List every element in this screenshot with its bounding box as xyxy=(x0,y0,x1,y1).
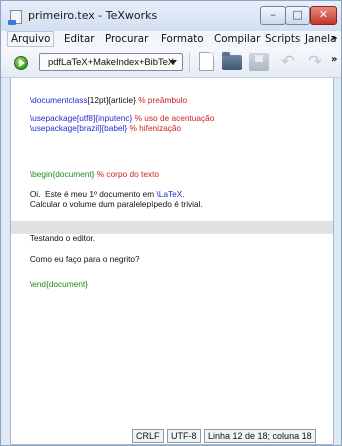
menu-scripts[interactable]: Scripts xyxy=(265,31,300,47)
encoding-indicator[interactable]: UTF-8 xyxy=(167,429,201,443)
chevron-down-icon xyxy=(169,60,177,65)
typeset-play-icon[interactable] xyxy=(14,56,28,70)
toolbar-separator xyxy=(189,53,190,73)
close-button[interactable]: ✕ xyxy=(310,6,337,25)
menu-editar[interactable]: Editar xyxy=(64,31,94,47)
code-line-begin-document: \begin{document} % corpo do texto xyxy=(16,158,159,179)
menu-compilar[interactable]: Compilar xyxy=(214,31,260,47)
body-text: Calcular o volume dum paralelepípedo é t… xyxy=(29,199,203,209)
texworks-app-icon xyxy=(8,10,22,25)
title-bar[interactable]: primeiro.tex - TeXworks – □ ✕ xyxy=(1,1,341,31)
latex-comment: % hifenização xyxy=(129,123,182,133)
menu-arquivo[interactable]: Arquivo xyxy=(7,31,55,47)
cursor-position-indicator: Linha 12 de 18; coluna 18 xyxy=(204,429,316,443)
typeset-engine-select[interactable]: pdfLaTeX+MakeIndex+BibTeX xyxy=(39,53,183,71)
editor-text-area[interactable]: \documentclass[12pt]{article} % preâmbul… xyxy=(10,78,334,445)
menu-bar: Arquivo Editar Procurar Formato Compilar… xyxy=(1,31,341,47)
toolbar-overflow-chevron-icon[interactable]: » xyxy=(331,54,337,65)
code-line-end-document: \end{document} xyxy=(16,268,88,289)
code-line-text-question: Como eu faço para o negrito? xyxy=(16,243,140,264)
latex-arguments: [brazil]{babel} xyxy=(76,123,130,133)
texworks-window: primeiro.tex - TeXworks – □ ✕ Arquivo Ed… xyxy=(0,0,342,446)
minimize-button[interactable]: – xyxy=(260,6,286,25)
new-document-icon[interactable] xyxy=(199,52,214,71)
latex-environment: \end{document} xyxy=(29,279,88,289)
line-ending-indicator[interactable]: CRLF xyxy=(132,429,164,443)
body-text: Testando o editor. xyxy=(29,233,96,243)
save-icon[interactable] xyxy=(249,53,269,71)
body-text: Como eu faço para o negrito? xyxy=(29,254,140,264)
menu-formato[interactable]: Formato xyxy=(161,31,204,47)
maximize-button[interactable]: □ xyxy=(285,6,310,25)
menu-overflow-chevron-icon[interactable]: » xyxy=(331,31,337,47)
typeset-engine-value: pdfLaTeX+MakeIndex+BibTeX xyxy=(48,56,175,67)
redo-icon[interactable]: ↷ xyxy=(305,52,325,72)
toolbar: pdfLaTeX+MakeIndex+BibTeX ↶ ↷ » xyxy=(1,47,341,78)
code-line-text-volume: Calcular o volume dum paralelepípedo é t… xyxy=(16,188,203,209)
menu-procurar[interactable]: Procurar xyxy=(105,31,148,47)
latex-command: \usepackage xyxy=(29,123,77,133)
code-line-usepackage-babel: \usepackage[brazil]{babel} % hifenização xyxy=(16,112,181,133)
open-folder-icon[interactable] xyxy=(222,52,242,70)
window-title: primeiro.tex - TeXworks xyxy=(28,9,158,22)
undo-icon[interactable]: ↶ xyxy=(278,52,298,72)
code-line-text-testing: Testando o editor. xyxy=(16,222,96,243)
code-line-documentclass: \documentclass[12pt]{article} % preâmbul… xyxy=(16,84,187,105)
